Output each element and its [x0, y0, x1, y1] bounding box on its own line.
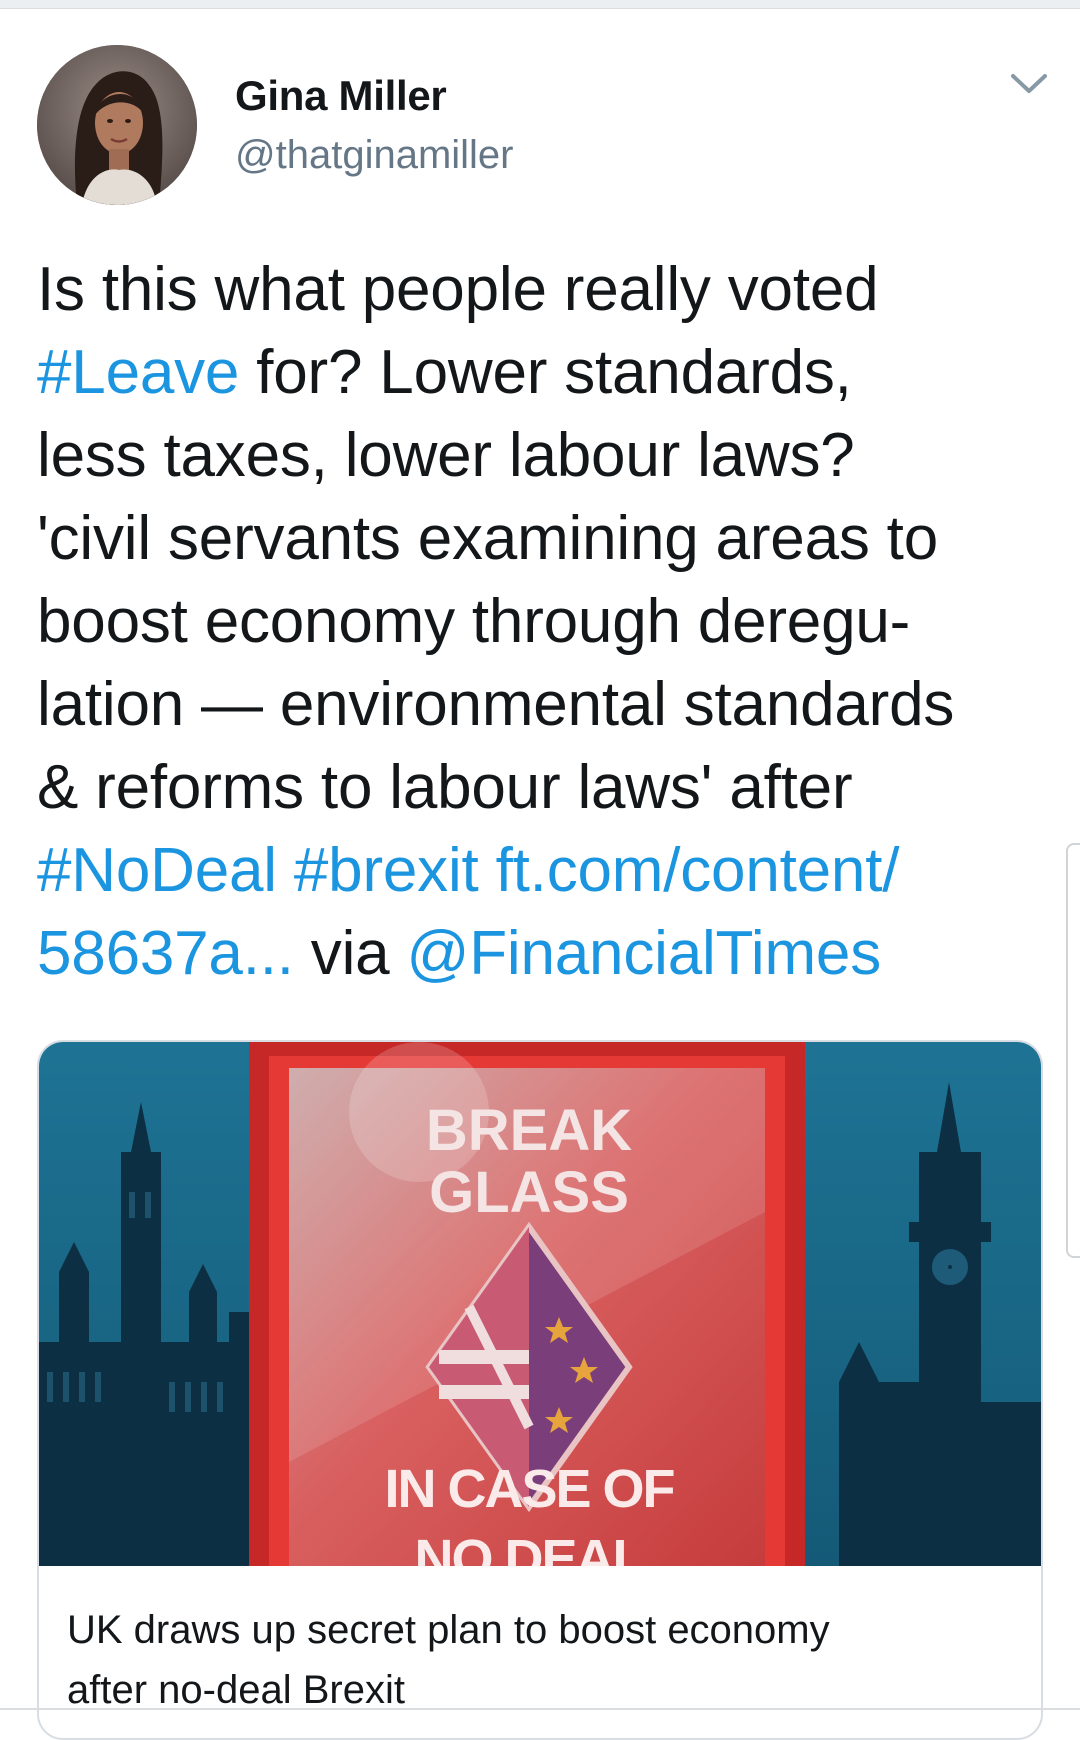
url-link[interactable]: ft.com/content/ [496, 836, 900, 905]
hashtag-link[interactable]: #brexit [294, 836, 479, 905]
tweet-text-segment: lation — environmental standards [37, 670, 955, 739]
card-title[interactable]: UK draws up secret plan to boost economy… [67, 1600, 1017, 1720]
tweet-text: Is this what people really voted #Leave f… [37, 248, 1037, 995]
avatar[interactable] [37, 45, 197, 205]
tweet-text-line: 'civil servants examining areas to [37, 497, 1037, 580]
top-divider [0, 0, 1080, 9]
card-image-text-no-deal: NO DEAL [415, 1529, 645, 1566]
card-image-text-break: BREAK [426, 1098, 632, 1163]
card-image: BREAK GLASS IN CASE OF NO DEAL [39, 1042, 1041, 1566]
author-name[interactable]: Gina Miller [235, 72, 447, 120]
tweet-text-line: #NoDeal #brexit ft.com/content/ [37, 829, 1037, 912]
tweet-text-line: #Leave for? Lower standards, [37, 331, 1037, 414]
tweet-text-segment: less taxes, lower labour laws? [37, 421, 855, 490]
tweet-text-line: less taxes, lower labour laws? [37, 414, 1037, 497]
tweet-text-segment: 'civil servants examining areas to [37, 504, 938, 573]
author-handle[interactable]: @thatginamiller [235, 133, 514, 178]
hashtag-link[interactable]: #NoDeal [37, 836, 277, 905]
card-title-line: UK draws up secret plan to boost economy [67, 1608, 830, 1652]
tweet-text-line: 58637a... via @FinancialTimes [37, 912, 1037, 995]
tweet-text-line: lation — environmental standards [37, 663, 1037, 746]
tweet-text-segment: & reforms to labour laws' after [37, 753, 853, 822]
tweet-text-line: Is this what people really voted [37, 248, 1037, 331]
url-link[interactable]: 58637a... [37, 919, 294, 988]
tweet-text-line: boost economy through deregu- [37, 580, 1037, 663]
tweet-text-segment [277, 836, 294, 905]
link-card[interactable]: BREAK GLASS IN CASE OF NO DEAL UK draws … [37, 1040, 1043, 1740]
tweet-text-segment: boost economy through deregu- [37, 587, 911, 656]
mention-link[interactable]: @FinancialTimes [406, 919, 881, 988]
tweet-text-segment: for? Lower standards, [239, 338, 852, 407]
avatar-photo [37, 45, 197, 205]
tweet-text-line: & reforms to labour laws' after [37, 746, 1037, 829]
hashtag-link[interactable]: #Leave [37, 338, 239, 407]
card-title-line: after no-deal Brexit [67, 1668, 405, 1712]
bottom-divider [0, 1708, 1080, 1710]
chevron-down-icon[interactable] [1010, 72, 1048, 96]
scrollbar-handle[interactable] [1066, 843, 1080, 1258]
card-image-text-glass: GLASS [429, 1160, 629, 1225]
tweet-text-segment: via [293, 919, 407, 988]
card-image-text-in-case-of: IN CASE OF [384, 1459, 674, 1519]
tweet-text-segment [479, 836, 496, 905]
tweet-text-segment: Is this what people really voted [37, 255, 879, 324]
